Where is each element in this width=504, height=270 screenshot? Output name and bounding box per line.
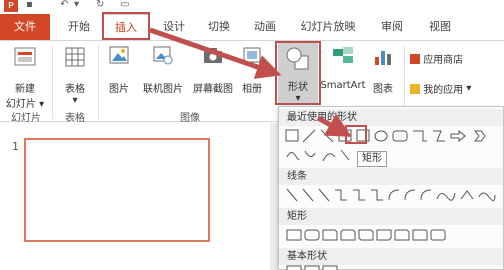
- my-apps-button[interactable]: 我的应用 ▾: [410, 81, 500, 96]
- tab-file[interactable]: 文件: [0, 14, 50, 40]
- slide-number: 1: [12, 140, 19, 153]
- undo-icon[interactable]: ↶: [60, 0, 68, 10]
- screenshot-button[interactable]: 屏幕截图: [188, 45, 238, 95]
- store-bag-icon: [410, 53, 420, 64]
- chart-icon: [375, 51, 391, 65]
- table-icon: [65, 47, 85, 67]
- insert-tab-highlight: [102, 12, 150, 40]
- smartart-button[interactable]: SmartArt: [320, 45, 366, 91]
- online-picture-icon: [153, 46, 173, 65]
- chart-button[interactable]: 图表: [366, 45, 400, 95]
- tab-animations[interactable]: 动画: [244, 14, 286, 40]
- rectangle-shape-highlight: [345, 125, 367, 144]
- tab-view[interactable]: 视图: [418, 14, 462, 40]
- chart-label: 图表: [373, 84, 393, 95]
- group-label-images: 图像: [180, 113, 200, 124]
- pane-splitter[interactable]: [270, 123, 278, 270]
- my-apps-label: 我的应用: [423, 85, 464, 96]
- picture-label: 图片: [109, 84, 129, 95]
- new-slide-icon: [14, 47, 36, 66]
- online-picture-label: 联机图片: [143, 84, 183, 95]
- lines-header: 线条: [279, 168, 503, 185]
- my-apps-icon: [410, 83, 420, 94]
- tab-home[interactable]: 开始: [58, 14, 100, 40]
- start-slideshow-icon[interactable]: ▭: [120, 0, 129, 10]
- group-label-slides: 幻灯片: [11, 113, 41, 124]
- screenshot-label: 屏幕截图: [193, 84, 233, 95]
- redo-icon[interactable]: ↻: [96, 0, 104, 10]
- tab-design[interactable]: 设计: [153, 14, 195, 40]
- table-sublabel: ▾: [72, 95, 78, 106]
- new-slide-sublabel: 幻灯片 ▾: [5, 99, 45, 110]
- photo-album-label: 相册: [242, 84, 262, 95]
- save-icon[interactable]: ▪: [26, 0, 33, 10]
- recent-shapes-row[interactable]: [285, 128, 499, 144]
- app-store-label: 应用商店: [423, 55, 464, 66]
- rectangles-row[interactable]: [285, 227, 499, 243]
- picture-button[interactable]: 图片: [102, 45, 136, 95]
- new-slide-button[interactable]: 新建 幻灯片 ▾: [2, 45, 48, 110]
- powerpoint-window: P ▪ ↶ ▾ ↻ ▭ 文件 开始 插入 设计 切换 动画 幻灯片放映 审阅 视…: [0, 0, 504, 270]
- ribbon-tabs: 文件 开始 插入 设计 切换 动画 幻灯片放映 审阅 视图: [0, 14, 504, 41]
- camera-icon: [204, 48, 222, 63]
- basic-shapes-header: 基本形状: [279, 248, 503, 265]
- smartart-icon: [333, 47, 353, 63]
- undo-dropdown-icon[interactable]: ▾: [74, 0, 79, 10]
- recent-shapes-header: 最近使用的形状: [279, 109, 503, 126]
- shape-tooltip: 矩形: [357, 151, 387, 167]
- picture-icon: [109, 46, 129, 64]
- lines-row[interactable]: [285, 187, 499, 203]
- rectangles-header: 矩形: [279, 208, 503, 225]
- my-apps-dropdown-icon[interactable]: ▾: [466, 83, 471, 94]
- tab-slideshow[interactable]: 幻灯片放映: [292, 14, 364, 40]
- smartart-label: SmartArt: [320, 80, 366, 91]
- photo-album-button[interactable]: 相册: [236, 45, 268, 95]
- group-label-tables: 表格: [65, 113, 85, 124]
- recent-shapes-row-2[interactable]: [285, 147, 365, 163]
- app-store-button[interactable]: 应用商店: [410, 51, 500, 66]
- shapes-button-highlight: [275, 41, 321, 105]
- group-divider: [52, 45, 53, 119]
- slide-thumbnail[interactable]: [24, 138, 210, 242]
- online-picture-button[interactable]: 联机图片: [136, 45, 190, 95]
- tab-transitions[interactable]: 切换: [198, 14, 240, 40]
- table-label: 表格: [65, 84, 85, 95]
- tab-review[interactable]: 审阅: [370, 14, 414, 40]
- photo-album-icon: [243, 47, 261, 63]
- basic-shapes-row[interactable]: [285, 265, 499, 270]
- group-divider: [98, 45, 99, 119]
- quick-access-toolbar: P ▪ ↶ ▾ ↻ ▭: [0, 0, 504, 14]
- shapes-dropdown: 最近使用的形状 线条 矩形 基本形状: [278, 106, 504, 270]
- powerpoint-logo-icon: P: [4, 0, 18, 12]
- table-button[interactable]: 表格 ▾: [56, 45, 94, 106]
- new-slide-label: 新建: [15, 84, 35, 95]
